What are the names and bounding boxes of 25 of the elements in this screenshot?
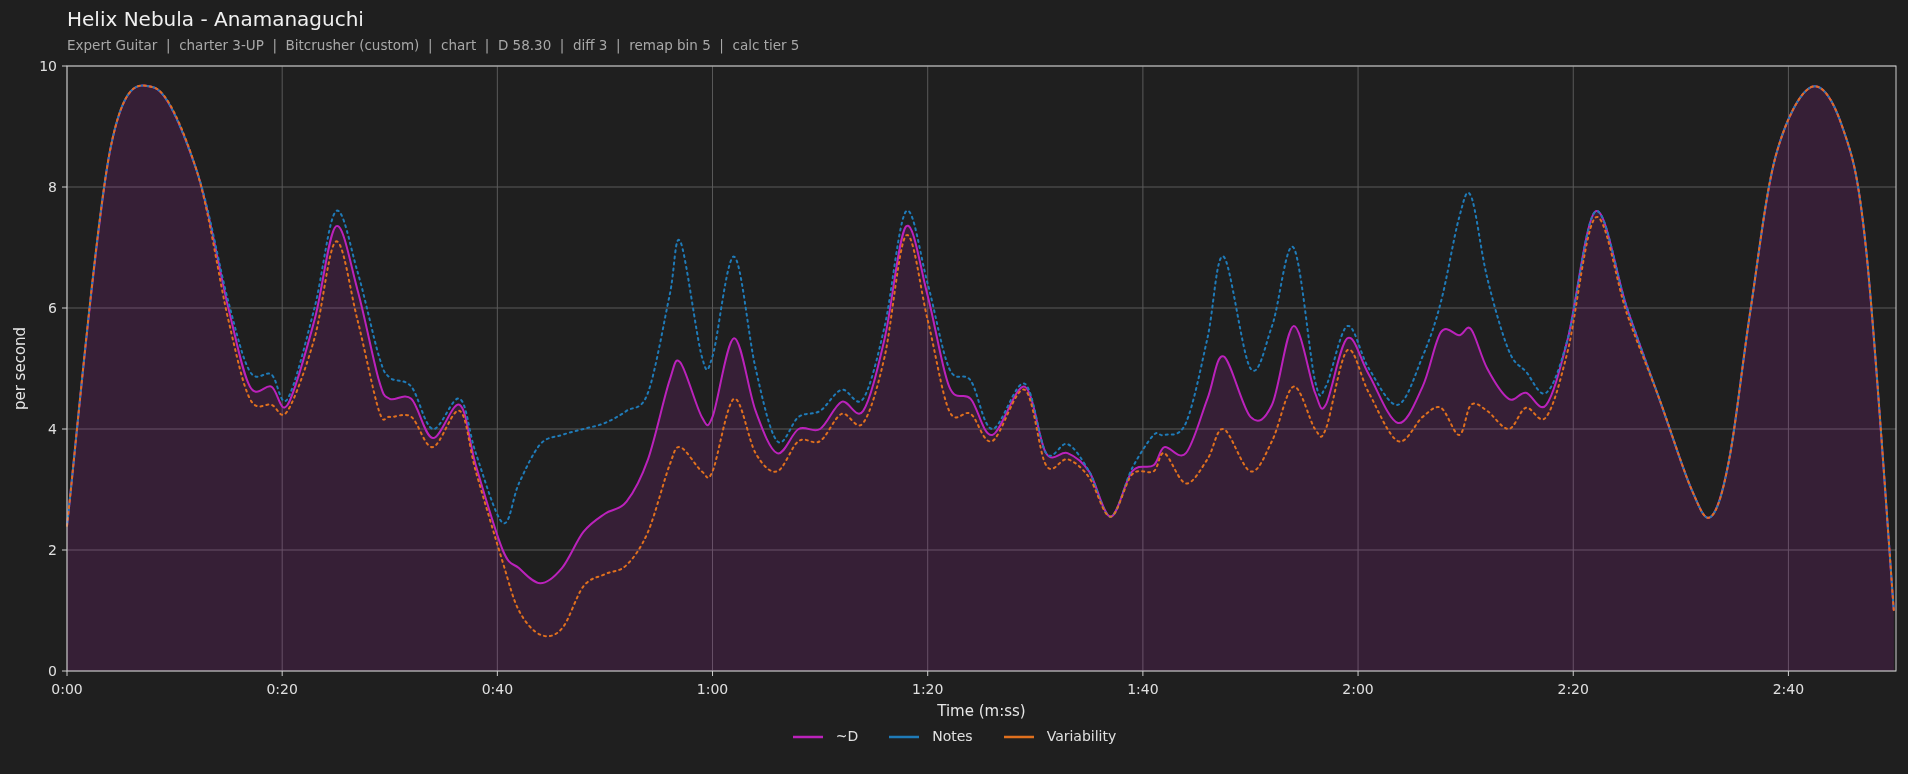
legend-line-icon xyxy=(888,734,921,739)
x-tick-label: 2:40 xyxy=(1772,681,1805,697)
x-axis-label: Time (m:ss) xyxy=(937,702,1026,720)
chart-subtitle: Expert Guitar | charter 3-UP | Bitcrusher (custom) | chart | D 58.30 | diff 3 | remap bin 5 | calc tier 5 xyxy=(67,37,800,53)
y-tick-label: 10 xyxy=(39,58,57,74)
y-tick-label: 4 xyxy=(48,421,57,437)
y-tick-label: 8 xyxy=(48,179,57,195)
legend-line-icon xyxy=(1002,734,1035,739)
legend-line-icon xyxy=(791,734,824,739)
x-tick-label: 0:40 xyxy=(481,681,514,697)
x-tick-label: 1:20 xyxy=(912,681,944,697)
legend-label: Variability xyxy=(1046,727,1117,746)
y-tick-label: 6 xyxy=(48,300,57,316)
legend-label: Notes xyxy=(932,727,973,746)
y-tick-label: 0 xyxy=(48,663,57,679)
x-tick-label: 1:40 xyxy=(1127,681,1159,697)
x-tick-label: 0:00 xyxy=(51,681,83,697)
x-tick-label: 2:20 xyxy=(1557,681,1589,697)
y-axis-label: per second xyxy=(11,326,29,411)
y-tick-label: 2 xyxy=(48,542,57,558)
x-tick-label: 1:00 xyxy=(696,681,729,697)
x-tick-label: 0:20 xyxy=(266,681,298,697)
x-tick-label: 2:00 xyxy=(1342,681,1374,697)
legend-label: ~D xyxy=(835,727,859,746)
chart-title: Helix Nebula - Anamanaguchi xyxy=(67,7,364,31)
